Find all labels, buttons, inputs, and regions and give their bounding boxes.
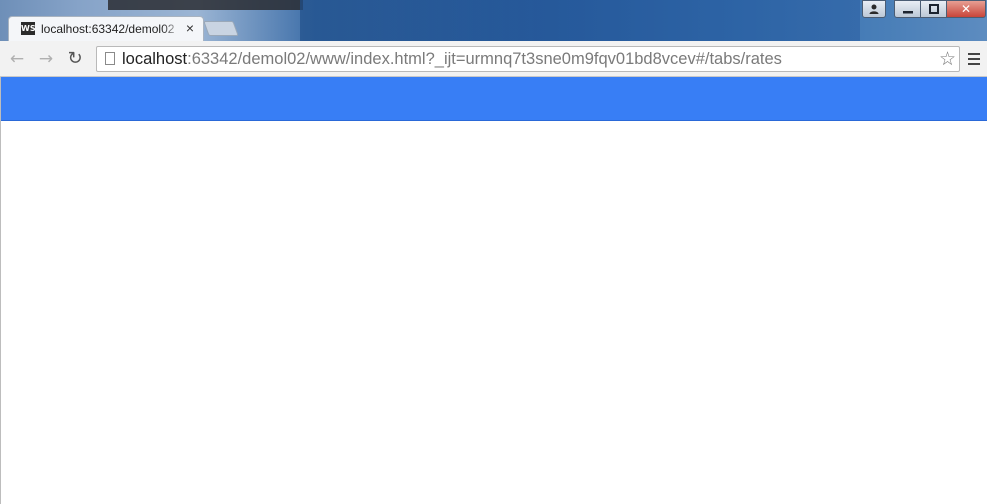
maximize-button[interactable] bbox=[920, 0, 947, 18]
new-tab-button[interactable] bbox=[203, 21, 239, 36]
back-button[interactable]: ← bbox=[6, 48, 28, 70]
app-header-bar bbox=[1, 77, 987, 121]
menu-bar-icon bbox=[968, 53, 980, 55]
close-window-button[interactable]: ✕ bbox=[946, 0, 986, 18]
forward-arrow-icon: → bbox=[38, 49, 54, 69]
url-host: localhost bbox=[122, 50, 188, 68]
background-desktop bbox=[300, 0, 860, 41]
back-arrow-icon: ← bbox=[9, 49, 25, 69]
address-bar[interactable]: localhost:63342/demol02/www/index.html?_… bbox=[96, 46, 960, 72]
reload-button[interactable]: ↻ bbox=[64, 48, 86, 70]
title-bar: WS localhost:63342/demol02 × ✕ bbox=[0, 0, 987, 41]
background-thumbnail bbox=[108, 0, 303, 10]
url-path: :63342/demol02/www/index.html?_ijt=urmnq… bbox=[187, 50, 782, 68]
reload-icon: ↻ bbox=[67, 48, 83, 69]
chrome-menu-button[interactable] bbox=[966, 50, 982, 68]
minimize-button[interactable] bbox=[894, 0, 921, 18]
minimize-icon bbox=[902, 11, 913, 14]
browser-tab[interactable]: WS localhost:63342/demol02 × bbox=[8, 16, 204, 41]
browser-window: WS localhost:63342/demol02 × ✕ ← → ↻ loc… bbox=[0, 0, 987, 504]
person-icon bbox=[869, 4, 879, 14]
page-icon bbox=[105, 52, 115, 65]
webstorm-favicon-icon: WS bbox=[21, 22, 36, 35]
profile-button[interactable] bbox=[862, 0, 886, 18]
tab-close-icon[interactable]: × bbox=[183, 20, 197, 36]
menu-bar-icon bbox=[968, 63, 980, 65]
bookmark-star-icon[interactable]: ☆ bbox=[939, 48, 956, 70]
page-content bbox=[0, 77, 987, 504]
tab-title: localhost:63342/demol02 bbox=[41, 22, 175, 36]
url-text[interactable]: localhost:63342/demol02/www/index.html?_… bbox=[122, 50, 782, 69]
maximize-icon bbox=[928, 4, 939, 14]
browser-toolbar: ← → ↻ localhost:63342/demol02/www/index.… bbox=[0, 41, 987, 77]
close-icon: ✕ bbox=[960, 2, 972, 16]
menu-bar-icon bbox=[968, 58, 980, 60]
forward-button[interactable]: → bbox=[35, 48, 57, 70]
